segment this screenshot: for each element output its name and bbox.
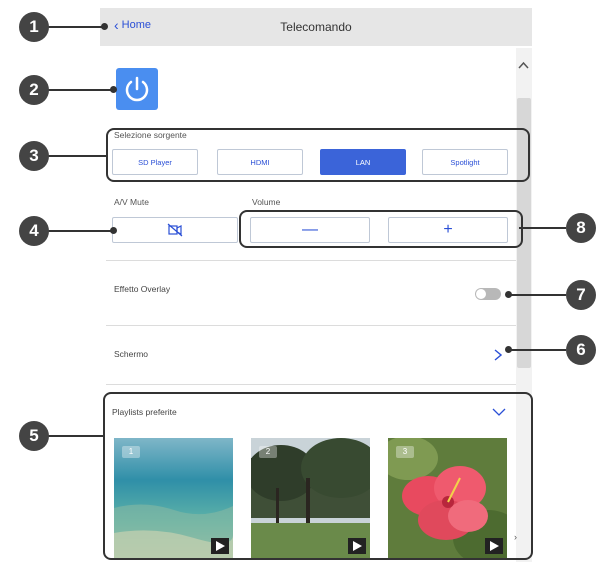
page-title: Telecomando <box>280 20 352 34</box>
callout-4: 4 <box>19 216 49 246</box>
overlay-effect-toggle[interactable] <box>475 288 501 300</box>
callout-dot <box>505 346 512 353</box>
power-button[interactable] <box>116 68 158 110</box>
callout-line <box>46 89 112 91</box>
divider <box>106 260 516 261</box>
callout-2: 2 <box>19 75 49 105</box>
callout-dot <box>505 291 512 298</box>
av-mute-label: A/V Mute <box>114 197 149 207</box>
callout-line <box>46 435 104 437</box>
chevron-right-icon[interactable] <box>494 349 503 364</box>
divider <box>106 384 516 385</box>
chevron-up-icon[interactable] <box>518 60 529 72</box>
callout-1: 1 <box>19 12 49 42</box>
callout-line <box>510 294 566 296</box>
callout-3: 3 <box>19 141 49 171</box>
volume-label: Volume <box>252 197 281 207</box>
screen-row-label: Schermo <box>114 349 149 359</box>
callout-7: 7 <box>566 280 596 310</box>
playlists-highlight <box>103 392 533 560</box>
top-bar: ‹ Home Telecomando <box>100 8 532 46</box>
callout-line <box>519 227 566 229</box>
callout-8: 8 <box>566 213 596 243</box>
callout-dot <box>110 86 117 93</box>
callout-6: 6 <box>566 335 596 365</box>
overlay-effect-label: Effetto Overlay <box>114 284 171 294</box>
volume-highlight <box>239 210 523 248</box>
source-selection-highlight <box>106 128 530 182</box>
callout-dot <box>110 227 117 234</box>
callout-line <box>510 349 566 351</box>
callout-5: 5 <box>19 421 49 451</box>
callout-line <box>46 26 104 28</box>
callout-dot <box>101 23 108 30</box>
av-mute-button[interactable] <box>112 217 238 243</box>
callout-line <box>46 230 112 232</box>
scroll-right-icon[interactable]: › <box>514 532 517 542</box>
divider <box>106 325 516 326</box>
power-icon <box>125 76 149 102</box>
video-mute-icon <box>167 223 183 237</box>
callout-line <box>46 155 106 157</box>
toggle-knob <box>476 289 486 299</box>
